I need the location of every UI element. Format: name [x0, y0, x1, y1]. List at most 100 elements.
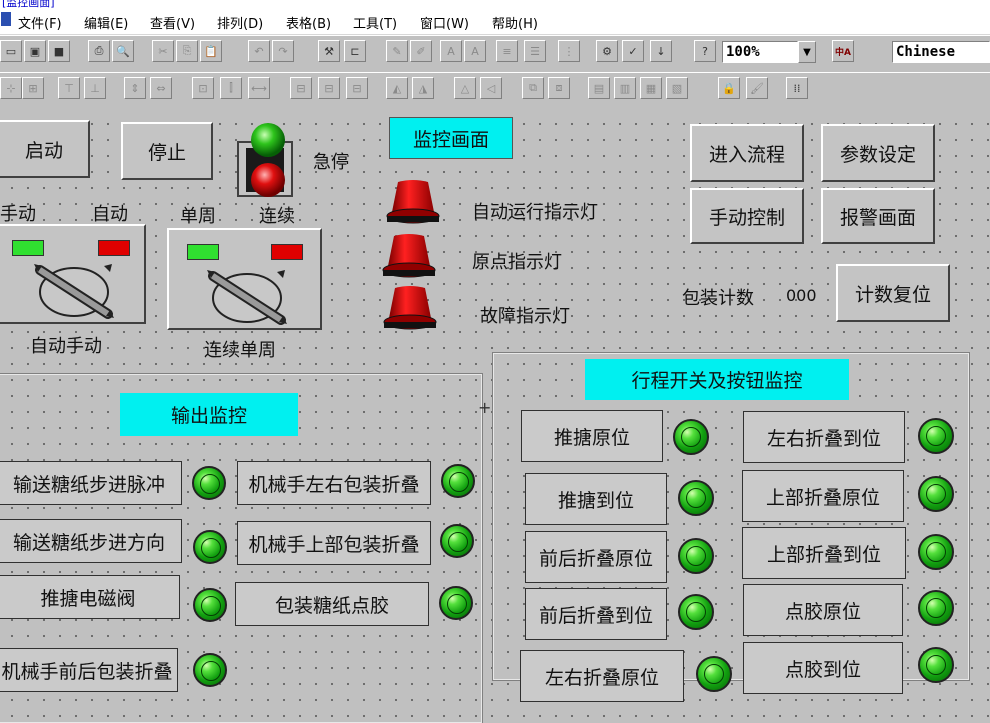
same-height-icon[interactable]: ⇕ — [124, 77, 146, 99]
cut-icon[interactable]: ✂ — [152, 40, 174, 62]
rotate-icon[interactable]: ◭ — [386, 77, 408, 99]
save-all-icon[interactable]: ▣ — [24, 40, 46, 62]
enter-process-button[interactable]: 进入流程 — [690, 124, 804, 182]
text-color-icon[interactable]: A — [440, 40, 462, 62]
copy-icon[interactable]: ⎘ — [176, 40, 198, 62]
continuous-indicator — [271, 244, 303, 260]
switch-item: 上部折叠原位 — [742, 470, 904, 522]
switch-led-icon — [696, 656, 732, 692]
menu-window[interactable]: 窗口(W) — [420, 13, 469, 32]
output-item: 机械手上部包装折叠 — [237, 521, 431, 565]
counter-value: 000 — [786, 286, 817, 305]
menu-tools[interactable]: 工具(T) — [353, 13, 397, 32]
menu-table[interactable]: 表格(B) — [286, 13, 331, 32]
ungroup-icon[interactable]: ⧈ — [548, 77, 570, 99]
language-combo[interactable]: Chinese — [892, 41, 990, 63]
menu-arrange[interactable]: 排列(D) — [217, 13, 263, 32]
output-item: 输送糖纸步进方向 — [0, 519, 182, 563]
edit-icon[interactable]: ✐ — [410, 40, 432, 62]
align-top-icon[interactable]: ⊤ — [58, 77, 80, 99]
paste-icon[interactable]: 📋 — [200, 40, 222, 62]
flip-icon[interactable]: ◁ — [480, 77, 502, 99]
switch-panel-title: 行程开关及按钮监控 — [585, 359, 849, 400]
layer-icon[interactable]: ▤ — [588, 77, 610, 99]
flip-icon[interactable]: △ — [454, 77, 476, 99]
justify-icon[interactable]: ☰ — [524, 40, 546, 62]
layer-icon[interactable]: ▥ — [614, 77, 636, 99]
lock-icon[interactable]: 🔒 — [718, 77, 740, 99]
stop-button[interactable]: 停止 — [121, 122, 213, 180]
switch-item: 前后折叠原位 — [525, 531, 667, 583]
space-icon[interactable]: ⊟ — [346, 77, 368, 99]
language-icon[interactable]: 中A — [832, 40, 854, 62]
redo-icon[interactable]: ↷ — [272, 40, 294, 62]
menu-help[interactable]: 帮助(H) — [492, 13, 538, 32]
align-bottom-icon[interactable]: ⊥ — [84, 77, 106, 99]
count-reset-button[interactable]: 计数复位 — [836, 264, 950, 322]
check-icon[interactable]: ✓ — [622, 40, 644, 62]
layer-icon[interactable]: ▦ — [640, 77, 662, 99]
properties-icon[interactable]: ⚙ — [596, 40, 618, 62]
paint-icon[interactable]: 🖌 — [746, 77, 768, 99]
fault-indicator-label: 故障指示灯 — [480, 306, 570, 327]
grid-icon[interactable]: ⋮ — [558, 40, 580, 62]
selector-knob-icon — [207, 270, 287, 325]
page-title: 监控画面 — [389, 117, 513, 159]
vcenter-icon[interactable]: ⫿ — [220, 77, 242, 99]
font-size-icon[interactable]: A — [464, 40, 486, 62]
monitor-canvas: 启动 停止 急停 监控画面 手动 自动 自动手动 单周 连续 连续单周 自动运行… — [0, 110, 990, 723]
group-icon[interactable]: ⧉ — [522, 77, 544, 99]
grid-icon[interactable]: ⁞⁞ — [786, 77, 808, 99]
menu-file[interactable]: 文件(F) — [18, 13, 62, 32]
rotate-icon[interactable]: ◮ — [412, 77, 434, 99]
switch-led-icon — [918, 418, 954, 454]
switch-led-icon — [918, 647, 954, 683]
switch-item: 推搪到位 — [525, 473, 667, 525]
zoom-combo[interactable]: 100% — [722, 41, 798, 63]
switch-led-icon — [678, 594, 714, 630]
space-icon[interactable]: ⊟ — [290, 77, 312, 99]
open-icon[interactable]: ▭ — [0, 40, 22, 62]
layout-icon[interactable]: ⊏ — [344, 40, 366, 62]
manual-indicator — [12, 240, 44, 256]
chevron-down-icon[interactable]: ▼ — [798, 41, 816, 63]
params-button[interactable]: 参数设定 — [821, 124, 935, 182]
app-icon — [1, 12, 11, 26]
output-led-icon — [193, 653, 227, 687]
switch-led-icon — [918, 476, 954, 512]
output-item: 机械手前后包装折叠 — [0, 648, 178, 692]
alarm-screen-button[interactable]: 报警画面 — [821, 188, 935, 244]
switch-item: 上部折叠到位 — [742, 527, 906, 579]
auto-manual-selector[interactable] — [0, 224, 146, 324]
same-width-icon[interactable]: ⇔ — [150, 77, 172, 99]
start-button[interactable]: 启动 — [0, 120, 90, 178]
window-titlebar: [监控画面] — [0, 0, 990, 8]
arrange-icon[interactable]: ⊞ — [22, 77, 44, 99]
print-icon[interactable]: ⎙ — [88, 40, 110, 62]
manual-control-button[interactable]: 手动控制 — [690, 188, 804, 244]
align-text-icon[interactable]: ≡ — [496, 40, 518, 62]
switch-item: 前后折叠到位 — [525, 588, 667, 640]
sort-icon[interactable]: ↓ — [650, 40, 672, 62]
switch-led-icon — [673, 419, 709, 455]
emergency-stop-switch[interactable] — [236, 122, 296, 198]
output-led-icon — [193, 588, 227, 622]
continuous-single-selector[interactable] — [167, 228, 322, 330]
auto-run-indicator-label: 自动运行指示灯 — [472, 202, 598, 223]
same-size-icon[interactable]: ⊡ — [192, 77, 214, 99]
undo-icon[interactable]: ↶ — [248, 40, 270, 62]
hcenter-icon[interactable]: ⟷ — [248, 77, 270, 99]
switch-item: 点胶原位 — [743, 584, 903, 636]
save-icon[interactable]: ■ — [48, 40, 70, 62]
menu-edit[interactable]: 编辑(E) — [84, 13, 128, 32]
space-icon[interactable]: ⊟ — [318, 77, 340, 99]
tools-icon[interactable]: ⚒ — [318, 40, 340, 62]
output-item: 机械手左右包装折叠 — [237, 461, 431, 505]
help-cursor-icon[interactable]: ? — [694, 40, 716, 62]
layer-icon[interactable]: ▧ — [666, 77, 688, 99]
menu-view[interactable]: 查看(V) — [150, 13, 195, 32]
arrange-icon[interactable]: ⊹ — [0, 77, 22, 99]
format-brush-icon[interactable]: ✎ — [386, 40, 408, 62]
print-preview-icon[interactable]: 🔍 — [112, 40, 134, 62]
origin-indicator-label: 原点指示灯 — [472, 252, 562, 273]
